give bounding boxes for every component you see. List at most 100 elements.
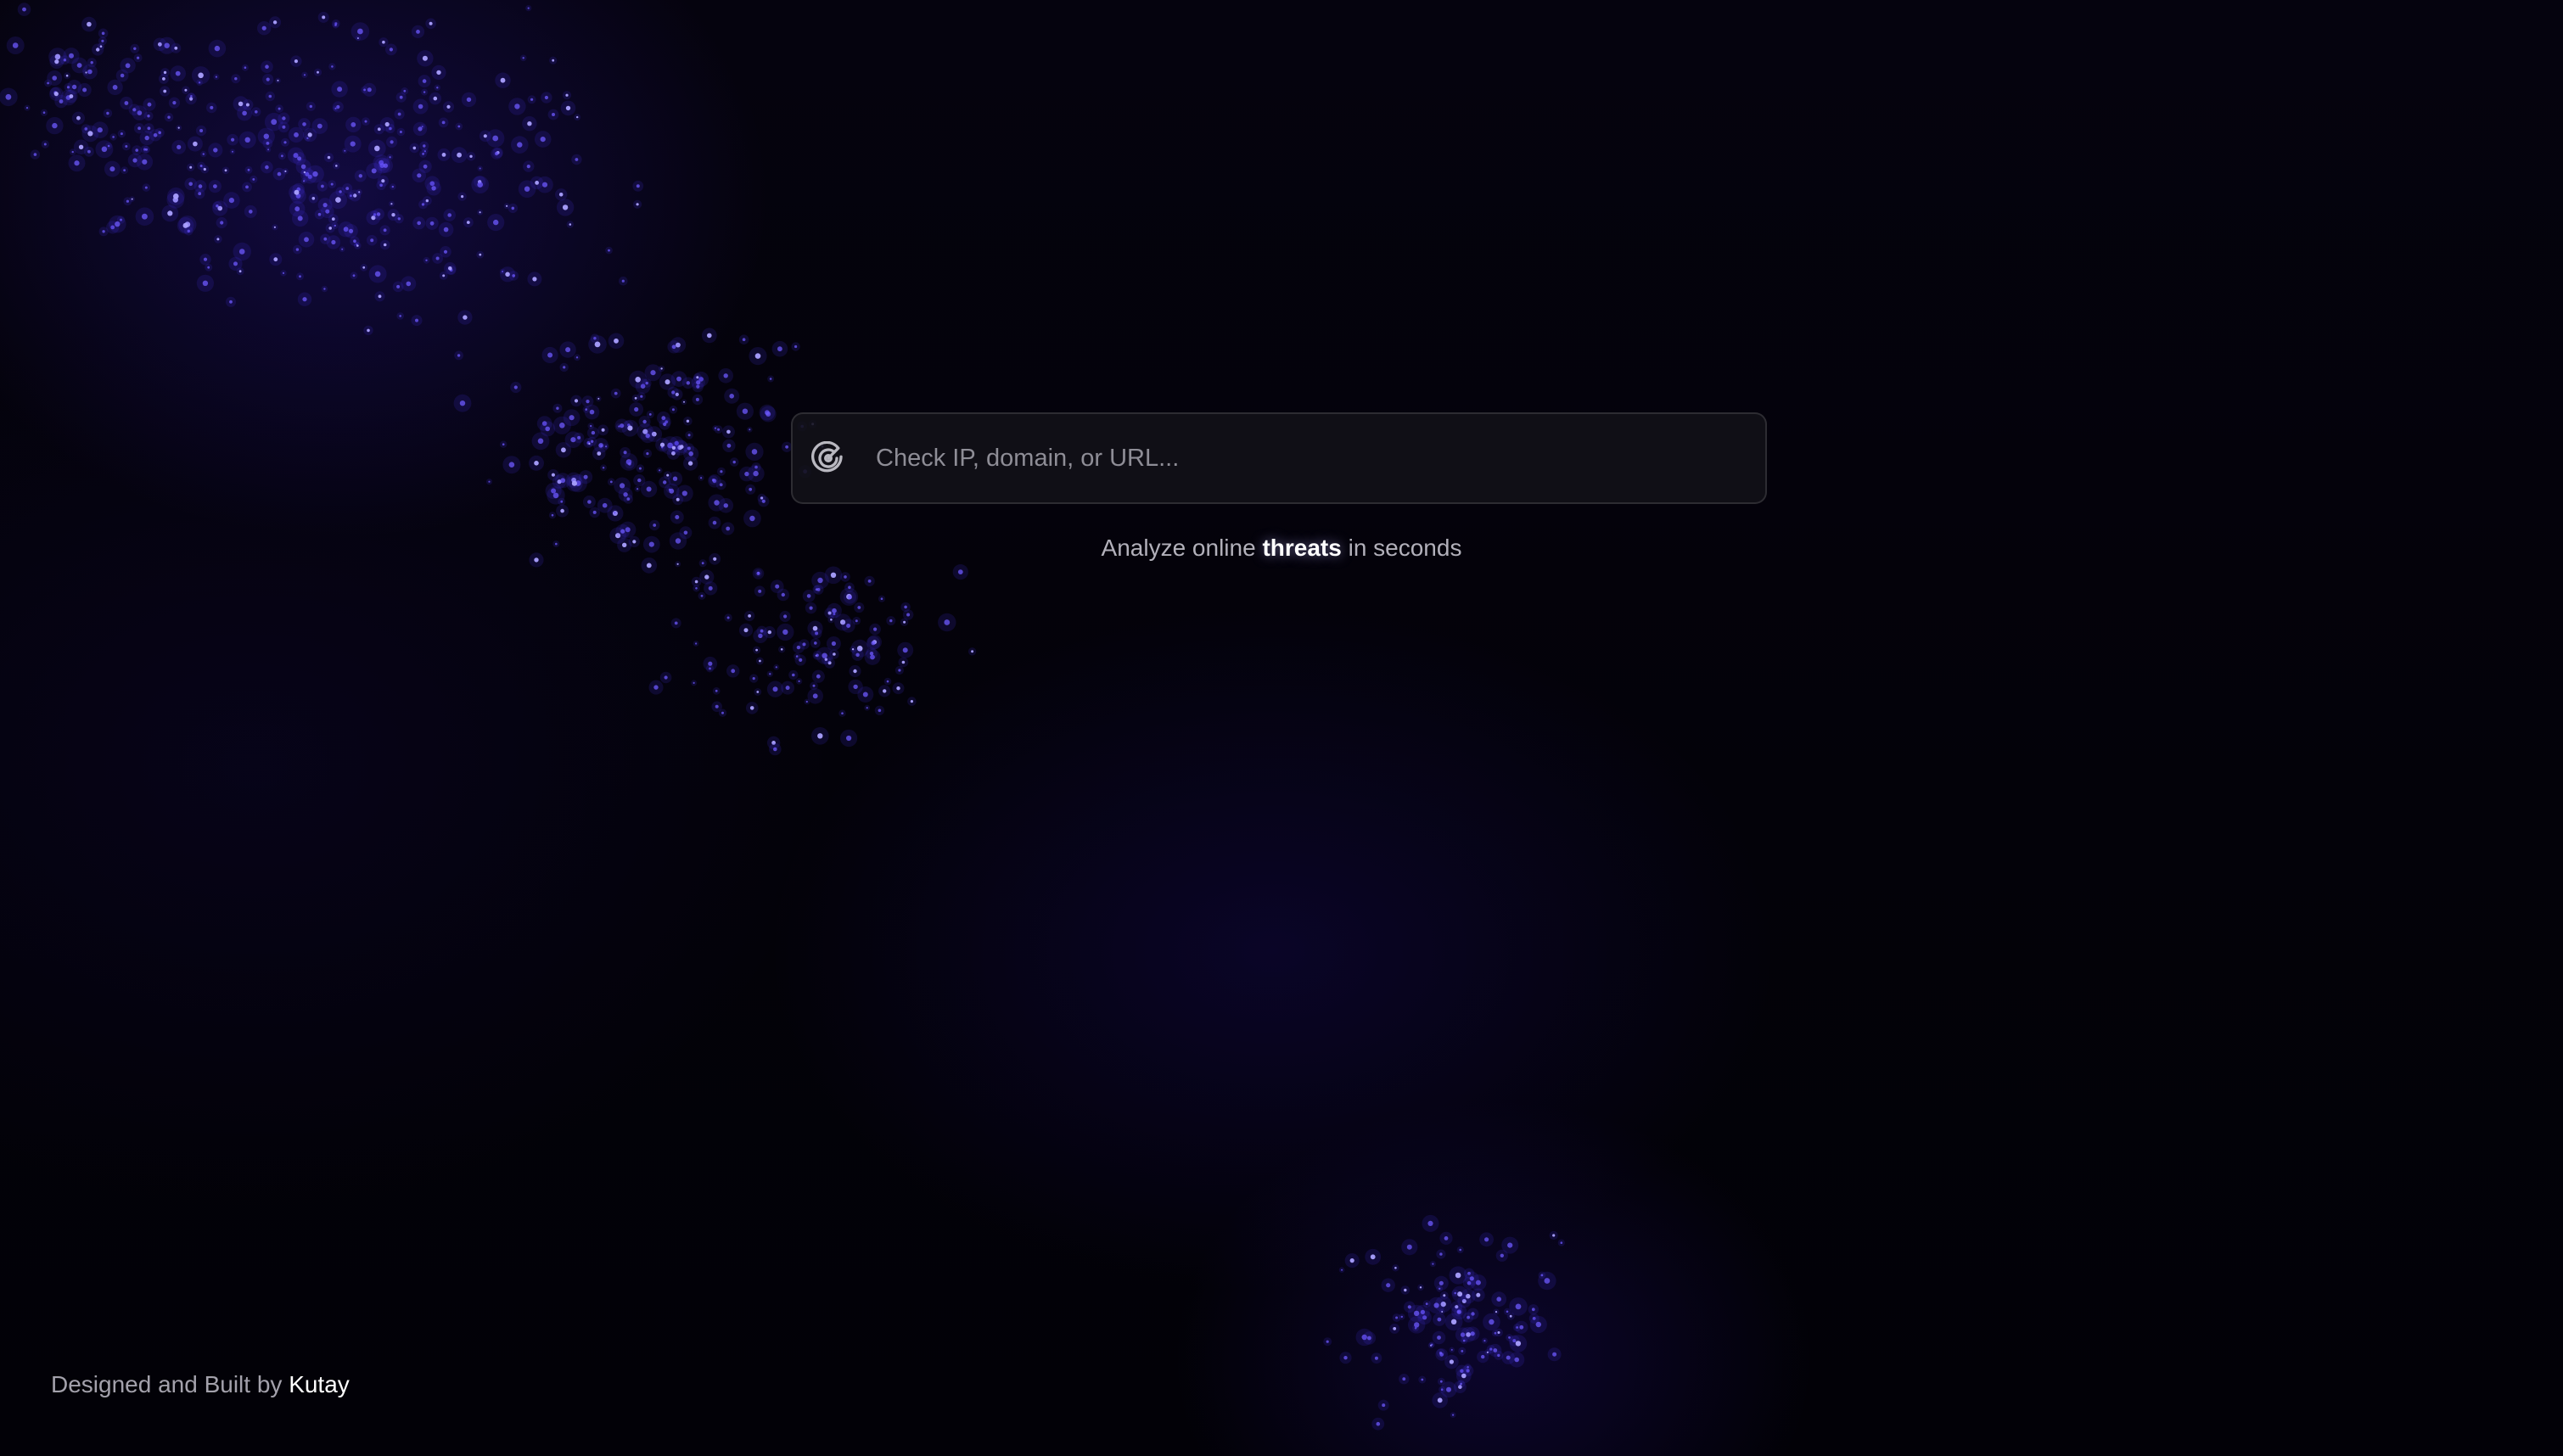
- star: [777, 346, 782, 352]
- star: [659, 442, 665, 447]
- star: [614, 391, 618, 395]
- star: [1461, 1350, 1464, 1352]
- star: [906, 613, 911, 617]
- star: [302, 297, 307, 302]
- star: [513, 385, 518, 389]
- star: [867, 580, 872, 583]
- star: [514, 104, 520, 109]
- star: [406, 281, 412, 287]
- star: [266, 142, 270, 145]
- star: [502, 271, 504, 272]
- starfield-background: [0, 3, 1565, 1431]
- star: [479, 167, 481, 170]
- star: [69, 53, 74, 59]
- star: [147, 115, 150, 118]
- star: [244, 137, 250, 143]
- star: [132, 158, 137, 163]
- star: [76, 63, 82, 68]
- star: [399, 95, 403, 99]
- star: [560, 478, 566, 484]
- star: [245, 185, 249, 189]
- star: [267, 148, 270, 151]
- star: [294, 59, 298, 64]
- star: [712, 520, 717, 525]
- star: [66, 86, 70, 89]
- star: [665, 379, 670, 385]
- star: [252, 178, 255, 181]
- star: [215, 76, 217, 78]
- star: [277, 79, 279, 81]
- star: [147, 102, 152, 107]
- star: [1496, 1296, 1501, 1302]
- star: [441, 153, 446, 157]
- star: [749, 428, 751, 431]
- star: [273, 226, 276, 228]
- star: [322, 15, 326, 20]
- star: [244, 66, 247, 69]
- star: [754, 353, 761, 359]
- star: [634, 406, 639, 412]
- star: [242, 110, 247, 116]
- star: [671, 408, 675, 412]
- star: [175, 70, 181, 76]
- star: [1376, 1421, 1381, 1426]
- star: [880, 597, 883, 600]
- star: [517, 142, 523, 148]
- star: [759, 659, 761, 663]
- star: [785, 686, 790, 691]
- star: [396, 284, 401, 288]
- star: [345, 187, 350, 191]
- star: [442, 274, 446, 277]
- star: [416, 30, 420, 34]
- star: [752, 677, 755, 680]
- star: [723, 373, 728, 378]
- star: [249, 210, 253, 214]
- star: [85, 71, 87, 74]
- star: [341, 248, 344, 250]
- star: [1506, 1355, 1511, 1360]
- star: [815, 588, 818, 591]
- star: [628, 462, 631, 466]
- star: [327, 155, 331, 160]
- star: [331, 217, 335, 221]
- star: [463, 315, 468, 320]
- star: [565, 347, 571, 353]
- star: [669, 488, 675, 494]
- star: [726, 443, 732, 448]
- star: [680, 445, 684, 449]
- star: [71, 150, 74, 154]
- star: [1450, 1348, 1453, 1351]
- star: [814, 641, 817, 645]
- star: [637, 488, 639, 490]
- star: [726, 526, 731, 531]
- star: [620, 529, 625, 534]
- star: [587, 500, 592, 504]
- star: [382, 40, 385, 44]
- search-box[interactable]: [791, 412, 1767, 504]
- star: [494, 151, 499, 156]
- star: [591, 430, 596, 435]
- star: [322, 203, 328, 208]
- star: [614, 512, 616, 514]
- star: [715, 689, 718, 692]
- star: [910, 700, 913, 703]
- star: [848, 595, 852, 600]
- star: [1455, 1272, 1461, 1279]
- star: [422, 79, 427, 83]
- star: [767, 630, 771, 635]
- search-input[interactable]: [876, 414, 1745, 502]
- star: [374, 271, 381, 277]
- star: [841, 712, 844, 714]
- star: [364, 120, 367, 123]
- star: [565, 93, 569, 97]
- star: [560, 508, 564, 513]
- star: [213, 148, 218, 153]
- star: [1400, 1315, 1404, 1319]
- star: [417, 173, 422, 178]
- star: [459, 400, 466, 406]
- star: [1552, 1352, 1557, 1357]
- star: [1454, 1291, 1456, 1295]
- author-link[interactable]: Kutay: [289, 1371, 350, 1397]
- star: [1439, 1280, 1444, 1285]
- star: [477, 182, 483, 188]
